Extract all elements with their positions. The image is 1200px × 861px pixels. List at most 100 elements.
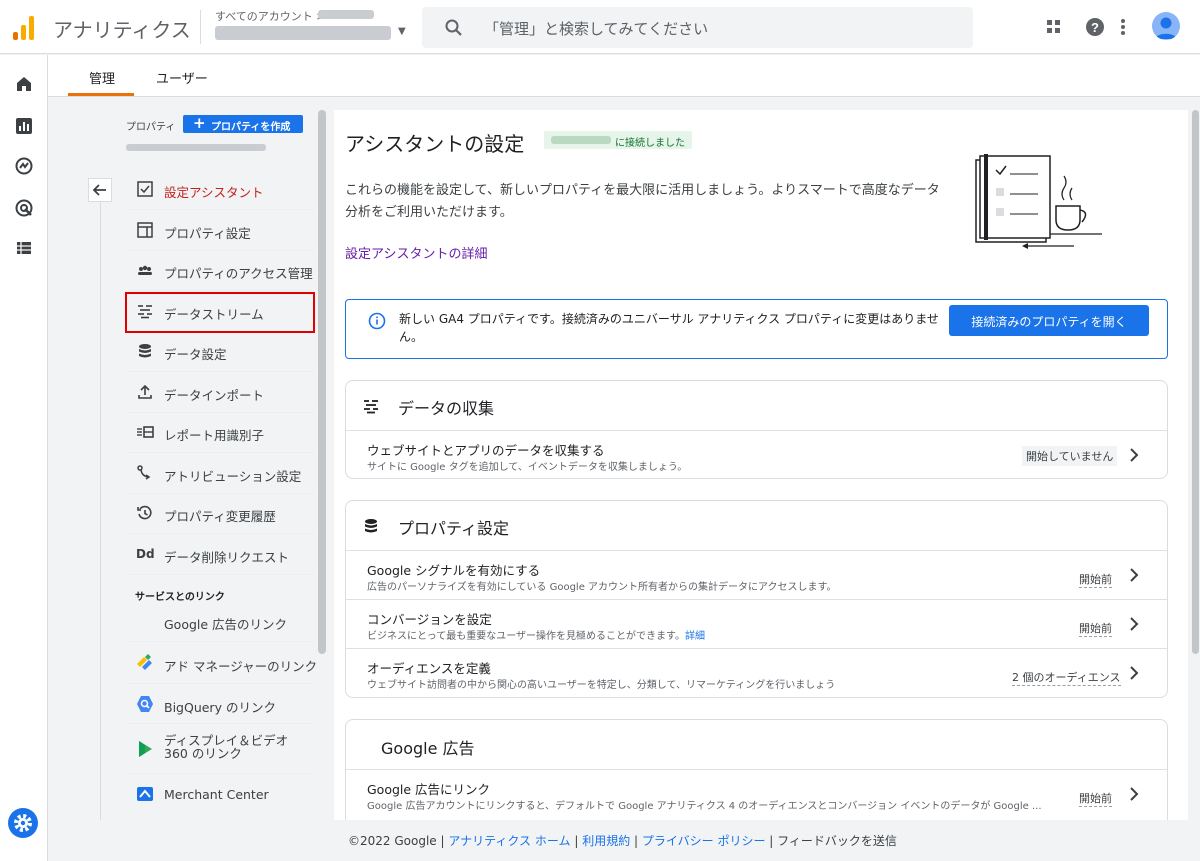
status-badge: 開始前 <box>1079 792 1112 807</box>
configure-icon[interactable] <box>14 238 34 258</box>
plus-icon: + <box>193 114 206 132</box>
create-property-label: プロパティを作成 <box>211 122 291 133</box>
nav-item-data-deletion[interactable]: Dd データ削除リクエスト <box>128 535 314 575</box>
account-name-redacted <box>318 10 374 19</box>
nav-item-access-management[interactable]: プロパティのアクセス管理 <box>128 251 314 291</box>
reports-icon[interactable] <box>14 116 34 136</box>
audiences-row[interactable]: オーディエンスを定義 ウェブサイト訪問者の中から関心の高いユーザーを特定し、分類… <box>346 648 1167 697</box>
main-scrollbar[interactable] <box>1192 110 1199 654</box>
data-collection-card: データの収集 ウェブサイトとアプリのデータを収集する サイトに Google タ… <box>345 380 1168 479</box>
property-nav-panel: プロパティ + プロパティを作成 設定アシスタント プロパティ設定 プロパティの… <box>88 110 324 820</box>
info-icon <box>368 312 386 330</box>
nav-item-merchant-center[interactable]: Merchant Center <box>128 774 314 814</box>
create-property-button[interactable]: + プロパティを作成 <box>183 114 303 133</box>
nav-item-label: プロパティ設定 <box>164 226 251 241</box>
tab-user[interactable]: ユーザー <box>156 68 208 87</box>
tab-admin[interactable]: 管理 <box>89 68 115 87</box>
history-icon <box>137 505 152 520</box>
chevron-right-icon <box>1130 568 1139 582</box>
property-dropdown-icon[interactable]: ▼ <box>398 26 406 37</box>
row-title: Google 広告にリンク <box>367 782 491 797</box>
apps-grid-icon[interactable] <box>1045 18 1063 36</box>
svg-text:?: ? <box>1091 20 1099 35</box>
privacy-policy-link[interactable]: プライバシー ポリシー <box>642 834 766 848</box>
nav-item-data-settings[interactable]: データ設定 <box>128 332 314 372</box>
home-icon[interactable] <box>14 74 34 94</box>
chevron-right-icon <box>1130 666 1139 680</box>
intro-text: これらの機能を設定して、新しいプロパティを最大限に活用しましょう。よりスマートで… <box>345 183 940 220</box>
property-selector-redacted[interactable] <box>215 26 391 40</box>
row-description-text: ビジネスにとって最も重要なユーザー操作を見極めることができます。 <box>367 631 685 642</box>
nav-item-reporting-identity[interactable]: レポート用識別子 <box>128 413 314 453</box>
search-box[interactable]: 「管理」と検索してみてください <box>422 7 973 48</box>
search-placeholder: 「管理」と検索してみてください <box>484 20 709 38</box>
card-title: Google 広告 <box>381 739 475 758</box>
chevron-right-icon <box>1130 448 1139 462</box>
send-feedback-link[interactable]: フィードバックを送信 <box>777 834 897 848</box>
nav-item-label: プロパティのアクセス管理 <box>164 266 313 281</box>
google-ads-link-row[interactable]: Google 広告にリンク Google 広告アカウントにリンクすると、デフォル… <box>346 769 1167 818</box>
more-vert-icon[interactable] <box>1119 17 1127 37</box>
search-icon <box>445 19 462 36</box>
nav-item-label: ディスプレイ＆ビデオ 360 のリンク <box>164 733 289 761</box>
status-badge: 2 個のオーディエンス <box>1012 671 1121 686</box>
nav-item-label: レポート用識別子 <box>164 428 265 443</box>
nav-item-change-history[interactable]: プロパティ変更履歴 <box>128 494 314 534</box>
stream-icon <box>364 400 378 414</box>
advertising-icon[interactable] <box>14 198 34 218</box>
nav-item-google-ads-links[interactable]: Google 広告のリンク <box>128 600 314 642</box>
avatar[interactable] <box>1152 12 1180 40</box>
connected-badge-text: に接続しました <box>615 138 685 149</box>
nav-item-ad-manager-links[interactable]: アド マネージャーのリンク <box>128 642 318 684</box>
nav-item-setup-assistant[interactable]: 設定アシスタント <box>128 170 314 210</box>
help-icon[interactable]: ? <box>1085 17 1105 37</box>
nav-item-label: データインポート <box>164 388 265 403</box>
admin-settings-button[interactable] <box>8 808 38 838</box>
card-title: プロパティ設定 <box>398 519 510 538</box>
property-label: プロパティ <box>126 122 176 133</box>
nav-item-attribution-settings[interactable]: アトリビューション設定 <box>128 454 314 494</box>
people-icon <box>138 265 152 275</box>
open-connected-property-button[interactable]: 接続済みのプロパティを開く <box>949 305 1149 336</box>
setup-assistant-details-link[interactable]: 設定アシスタントの詳細 <box>345 243 487 262</box>
layout-icon <box>137 222 153 238</box>
app-title: アナリティクス <box>53 18 191 42</box>
nav-item-data-import[interactable]: データインポート <box>128 373 314 413</box>
row-description: ビジネスにとって最も重要なユーザー操作を見極めることができます。詳細 <box>367 627 705 642</box>
notebook-coffee-illustration <box>975 154 1102 249</box>
database-icon <box>365 519 377 533</box>
nav-item-property-settings[interactable]: プロパティ設定 <box>128 211 314 251</box>
explore-icon[interactable] <box>14 156 34 176</box>
google-ads-card: Google 広告 Google 広告にリンク Google 広告アカウントにリ… <box>345 719 1168 820</box>
upload-icon <box>138 384 152 399</box>
nav-item-label: アド マネージャーのリンク <box>164 659 318 674</box>
details-link[interactable]: 詳細 <box>685 631 705 642</box>
title-divider <box>200 10 201 44</box>
nav-item-label: 設定アシスタント <box>164 185 264 200</box>
nav-item-dv360-links[interactable]: ディスプレイ＆ビデオ 360 のリンク <box>128 724 314 774</box>
nav-item-label: データ削除リクエスト <box>164 550 290 565</box>
chevron-right-icon <box>1130 617 1139 631</box>
account-breadcrumb[interactable]: すべてのアカウント > <box>215 8 326 24</box>
nav-item-label: データ設定 <box>164 347 227 362</box>
card-title: データの収集 <box>398 399 495 418</box>
row-description: 広告のパーソナライズを有効にしている Google アカウント所有者からの集計デ… <box>367 582 837 593</box>
top-bar: アナリティクス すべてのアカウント > ▼ 「管理」と検索してみてください ? <box>0 0 1200 54</box>
nav-item-bigquery-links[interactable]: BigQuery のリンク <box>128 684 314 724</box>
attribution-icon <box>137 465 151 480</box>
bigquery-icon <box>137 696 153 712</box>
conversions-row[interactable]: コンバージョンを設定 ビジネスにとって最も重要なユーザー操作を見極めることができ… <box>346 599 1167 648</box>
analytics-home-link[interactable]: アナリティクス ホーム <box>448 834 570 848</box>
collect-data-row[interactable]: ウェブサイトとアプリのデータを収集する サイトに Google タグを追加して、… <box>346 430 1167 479</box>
ga4-notice-banner: 新しい GA4 プロパティです。接続済みのユニバーサル アナリティクス プロパテ… <box>345 299 1168 359</box>
row-title: オーディエンスを定義 <box>367 661 491 676</box>
gear-icon <box>14 814 32 832</box>
ga4-notice-text: 新しい GA4 プロパティです。接続済みのユニバーサル アナリティクス プロパテ… <box>399 312 939 344</box>
google-signals-row[interactable]: Google シグナルを有効にする 広告のパーソナライズを有効にしている Goo… <box>346 550 1167 599</box>
status-badge: 開始していません <box>1022 446 1118 466</box>
back-arrow-icon[interactable] <box>88 178 112 202</box>
nav-item-label: Merchant Center <box>164 787 269 802</box>
terms-link[interactable]: 利用規約 <box>582 834 630 848</box>
dv360-icon <box>139 741 152 757</box>
analytics-logo[interactable] <box>13 14 37 40</box>
